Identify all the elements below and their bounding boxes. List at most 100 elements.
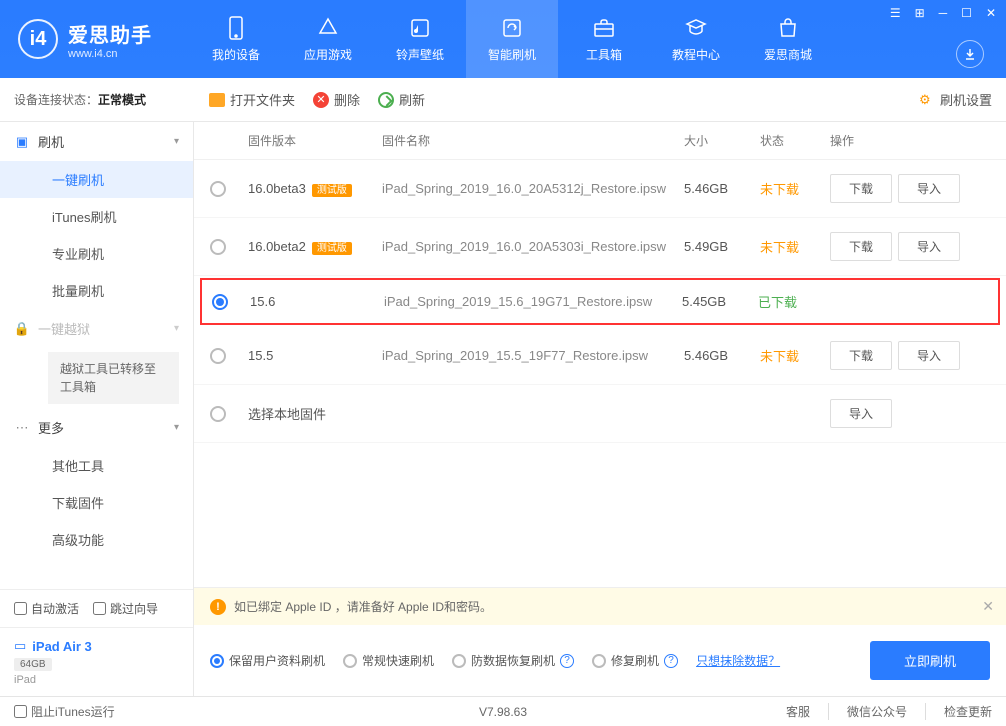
nav-store[interactable]: 爱思商城 [742, 0, 834, 78]
download-indicator-icon[interactable] [956, 40, 984, 68]
delete-button[interactable]: ✕删除 [313, 90, 360, 109]
more-icon: ⋯ [14, 420, 30, 436]
table-row[interactable]: 15.5 iPad_Spring_2019_15.5_19F77_Restore… [194, 327, 1006, 385]
cell-version: 16.0beta2测试版 [248, 239, 382, 254]
row-radio[interactable] [212, 294, 228, 310]
refresh-button[interactable]: 刷新 [378, 90, 425, 109]
nav-my-device[interactable]: 我的设备 [190, 0, 282, 78]
cell-status: 未下载 [760, 237, 830, 256]
device-storage: 64GB [14, 658, 52, 671]
alert-text: 如已绑定 Apple ID ，请准备好 Apple ID和密码。 [234, 598, 492, 615]
jailbreak-notice: 越狱工具已转移至工具箱 [48, 352, 179, 404]
erase-only-link[interactable]: 只想抹除数据？ [696, 652, 780, 669]
list-icon[interactable]: ⊞ [911, 4, 929, 22]
table-row[interactable]: 15.6 iPad_Spring_2019_15.6_19G71_Restore… [200, 278, 1000, 325]
cell-ops: 下载导入 [830, 341, 990, 370]
menu-icon[interactable]: ☰ [886, 4, 905, 22]
alert-close-icon[interactable]: ✕ [982, 598, 994, 615]
beta-tag: 测试版 [312, 242, 352, 255]
device-icon [224, 16, 248, 40]
row-radio[interactable] [210, 348, 226, 364]
header-ops: 操作 [830, 132, 990, 149]
cell-ops: 下载导入 [830, 232, 990, 261]
opt-anti-recovery[interactable]: 防数据恢复刷机? [452, 652, 574, 669]
table-row-local[interactable]: 选择本地固件 导入 [194, 385, 1006, 443]
cell-name: iPad_Spring_2019_15.6_19G71_Restore.ipsw [384, 294, 682, 309]
nav-apps[interactable]: 应用游戏 [282, 0, 374, 78]
connection-status: 设备连接状态：正常模式 [14, 91, 146, 108]
sidebar-item-pro[interactable]: 专业刷机 [0, 235, 193, 272]
flash-options: 保留用户资料刷机 常规快速刷机 防数据恢复刷机? 修复刷机? 只想抹除数据？ 立… [194, 625, 1006, 696]
nav-toolbox[interactable]: 工具箱 [558, 0, 650, 78]
logo-area[interactable]: i4 爱思助手 www.i4.cn [0, 19, 190, 60]
nav-tutorials[interactable]: 教程中心 [650, 0, 742, 78]
cell-status: 未下载 [760, 179, 830, 198]
sidebar-more-group[interactable]: ⋯ 更多 ▾ [0, 408, 193, 447]
import-button[interactable]: 导入 [830, 399, 892, 428]
delete-icon: ✕ [313, 92, 329, 108]
opt-repair[interactable]: 修复刷机? [592, 652, 678, 669]
sidebar-item-download-fw[interactable]: 下载固件 [0, 484, 193, 521]
radio-icon [343, 654, 357, 668]
sidebar-item-itunes[interactable]: iTunes刷机 [0, 198, 193, 235]
help-icon[interactable]: ? [560, 654, 574, 668]
open-folder-button[interactable]: 打开文件夹 [209, 90, 295, 109]
opt-normal[interactable]: 常规快速刷机 [343, 652, 434, 669]
header-version: 固件版本 [248, 132, 382, 149]
header: i4 爱思助手 www.i4.cn 我的设备 应用游戏 铃声壁纸 智能刷机 工具… [0, 0, 1006, 78]
device-info[interactable]: ▭ iPad Air 3 64GB iPad [0, 627, 193, 696]
row-radio[interactable] [210, 406, 226, 422]
app-url: www.i4.cn [68, 48, 152, 60]
nav-ringtones[interactable]: 铃声壁纸 [374, 0, 466, 78]
refresh-icon [378, 92, 394, 108]
alert-bar: ! 如已绑定 Apple ID ，请准备好 Apple ID和密码。 ✕ [194, 588, 1006, 625]
opt-keep-data[interactable]: 保留用户资料刷机 [210, 652, 325, 669]
content: 固件版本 固件名称 大小 状态 操作 16.0beta3测试版 iPad_Spr… [194, 122, 1006, 696]
close-icon[interactable]: ✕ [982, 4, 1000, 22]
cell-ops: 下载导入 [830, 174, 990, 203]
check-update-link[interactable]: 检查更新 [925, 703, 992, 720]
music-icon [408, 16, 432, 40]
row-radio[interactable] [210, 239, 226, 255]
cell-version: 15.6 [250, 294, 384, 309]
table-row[interactable]: 16.0beta3测试版 iPad_Spring_2019_16.0_20A53… [194, 160, 1006, 218]
cell-name: iPad_Spring_2019_15.5_19F77_Restore.ipsw [382, 348, 684, 363]
download-button[interactable]: 下载 [830, 174, 892, 203]
flash-group-icon: ▣ [14, 134, 30, 150]
radio-icon [452, 654, 466, 668]
sidebar-jailbreak-group[interactable]: 🔒 一键越狱 ▾ [0, 309, 193, 348]
skip-wizard-checkbox[interactable]: 跳过向导 [93, 600, 158, 617]
sidebar-item-batch[interactable]: 批量刷机 [0, 272, 193, 309]
cell-size: 5.45GB [682, 294, 758, 309]
import-button[interactable]: 导入 [898, 341, 960, 370]
flash-now-button[interactable]: 立即刷机 [870, 641, 990, 680]
wechat-link[interactable]: 微信公众号 [828, 703, 907, 720]
sidebar-options: 自动激活 跳过向导 [0, 589, 193, 627]
import-button[interactable]: 导入 [898, 232, 960, 261]
statusbar: 阻止iTunes运行 V7.98.63 客服 微信公众号 检查更新 [0, 696, 1006, 726]
device-name: iPad Air 3 [32, 639, 91, 654]
auto-activate-checkbox[interactable]: 自动激活 [14, 600, 79, 617]
download-button[interactable]: 下载 [830, 232, 892, 261]
cell-status: 未下载 [760, 346, 830, 365]
service-link[interactable]: 客服 [768, 703, 810, 720]
import-button[interactable]: 导入 [898, 174, 960, 203]
help-icon[interactable]: ? [664, 654, 678, 668]
nav-flash[interactable]: 智能刷机 [466, 0, 558, 78]
cell-size: 5.46GB [684, 348, 760, 363]
sidebar-flash-group[interactable]: ▣ 刷机 ▾ [0, 122, 193, 161]
gear-icon: ⚙ [919, 92, 935, 108]
sidebar-item-other-tools[interactable]: 其他工具 [0, 447, 193, 484]
sidebar-item-oneclick[interactable]: 一键刷机 [0, 161, 193, 198]
maximize-icon[interactable]: ☐ [957, 4, 976, 22]
table-row[interactable]: 16.0beta2测试版 iPad_Spring_2019_16.0_20A53… [194, 218, 1006, 276]
header-size: 大小 [684, 132, 760, 149]
cell-version: 15.5 [248, 348, 382, 363]
download-button[interactable]: 下载 [830, 341, 892, 370]
row-radio[interactable] [210, 181, 226, 197]
sidebar-item-advanced[interactable]: 高级功能 [0, 521, 193, 558]
block-itunes-checkbox[interactable]: 阻止iTunes运行 [14, 703, 115, 720]
minimize-icon[interactable]: ─ [935, 4, 952, 22]
flash-settings-button[interactable]: ⚙刷机设置 [919, 90, 992, 109]
warning-icon: ! [210, 599, 226, 615]
